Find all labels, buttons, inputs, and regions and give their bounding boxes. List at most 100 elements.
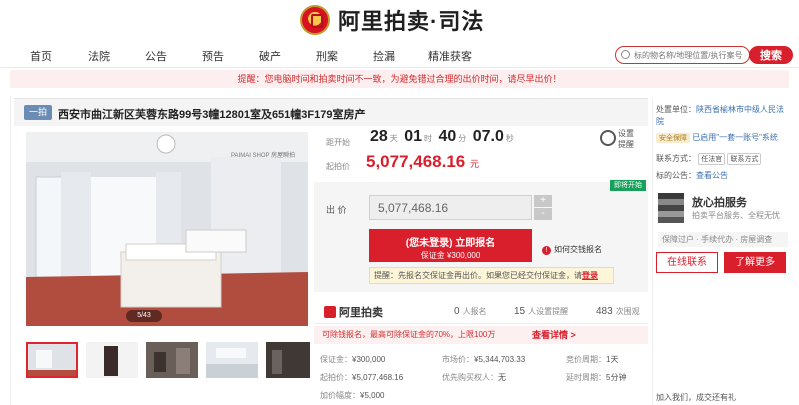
login-link[interactable]: 登录 <box>582 271 598 280</box>
page-title: 西安市曲江新区芙蓉东路99号3幢12801室及651幢3F179室房产 <box>58 109 366 121</box>
thumbnail-3[interactable] <box>146 342 198 378</box>
detail-value: ¥300,000 <box>352 355 386 364</box>
countdown-hours: 01 <box>404 128 423 145</box>
remind-label[interactable]: 设置提醒 <box>618 128 638 150</box>
seconds-unit: 秒 <box>505 134 514 143</box>
contact-label: 联系方式： <box>656 154 696 163</box>
service-box[interactable]: 放心拍服务 拍卖平台服务、全程无忧 保障过户 · 手续代办 · 房屋调查 <box>658 188 788 248</box>
divider <box>10 96 11 405</box>
howto-link[interactable]: ! 如何交钱报名 <box>542 244 602 255</box>
notice-row: 标的公告：查看公告 <box>656 170 728 181</box>
nav-item-court[interactable]: 法院 <box>88 48 110 64</box>
service-tags: 保障过户 · 手续代办 · 房屋调查 <box>658 232 788 247</box>
learn-more-button[interactable]: 了解更多 <box>724 252 786 273</box>
search-button[interactable]: 搜索 <box>749 46 793 64</box>
notice-label: 标的公告： <box>656 171 696 180</box>
price-unit: 元 <box>470 159 480 169</box>
time-notice: 提醒：您电脑时间和拍卖时间不一致，为避免错过合理的出价时间，请尽早出价！ <box>10 70 789 88</box>
thumb-image <box>146 342 198 378</box>
promo-view-link[interactable]: 查看详情 > <box>532 326 576 344</box>
hint-text: 提醒：先报名交保证金再出价。如果您已经交付保证金，请 <box>374 271 582 280</box>
enrolled-label: 人报名 <box>462 307 487 316</box>
detail-value: 5分钟 <box>606 373 627 382</box>
detail-delay: 延时周期：5分钟 <box>566 372 626 383</box>
detail-deposit: 保证金：¥300,000 <box>320 354 385 365</box>
detail-value: 无 <box>498 373 506 382</box>
nav-item-bargain[interactable]: 捡漏 <box>373 48 395 64</box>
countdown-minutes: 40 <box>438 128 457 145</box>
svg-text:PAIMAI SHOP 房屋瞬拍: PAIMAI SHOP 房屋瞬拍 <box>231 151 295 159</box>
title-bar: 一拍 西安市曲江新区芙蓉东路99号3幢12801室及651幢3F179室房产 <box>14 98 648 126</box>
contact-person: 任法官 <box>698 153 726 165</box>
countdown-days: 28 <box>370 128 388 145</box>
court-label: 处置单位： <box>656 105 696 114</box>
detail-label: 保证金： <box>320 355 352 364</box>
join-link[interactable]: 加入我们，成交还有礼 <box>656 392 736 403</box>
service-title: 放心拍服务 <box>692 197 747 209</box>
stat-reminders: 15 人设置提醒 <box>514 306 568 317</box>
thumbnail-1[interactable] <box>26 342 78 378</box>
decrease-bid-button[interactable]: - <box>534 208 552 220</box>
thumb-image <box>266 342 310 378</box>
court-emblem-icon <box>300 5 330 35</box>
login-hint: 提醒：先报名交保证金再出价。如果您已经交付保证金，请登录 <box>369 267 614 284</box>
hours-unit: 时 <box>424 134 433 143</box>
bell-icon[interactable] <box>600 130 616 146</box>
detail-label: 优先购买权人： <box>442 373 498 382</box>
reminders-count: 15 <box>514 306 526 317</box>
howto-label: 如何交钱报名 <box>554 245 602 254</box>
thumb-image <box>206 342 258 378</box>
detail-label: 起拍价： <box>320 373 352 382</box>
search-box <box>615 46 750 64</box>
search-input[interactable] <box>616 47 749 63</box>
detail-increment: 加价幅度：¥5,000 <box>320 390 384 401</box>
detail-value: 1天 <box>606 355 619 364</box>
nav-item-leads[interactable]: 精准获客 <box>428 48 472 64</box>
start-price: 5,077,468.16 元 <box>366 152 479 172</box>
nav-item-preview[interactable]: 预告 <box>202 48 224 64</box>
reminders-label: 人设置提醒 <box>528 307 569 316</box>
thumbnail-4[interactable] <box>206 342 258 378</box>
thumbnail-5[interactable] <box>266 342 310 378</box>
nav-item-home[interactable]: 首页 <box>30 48 52 64</box>
increase-bid-button[interactable]: + <box>534 195 552 207</box>
notice-link[interactable]: 查看公告 <box>696 171 728 180</box>
detail-start: 起拍价：¥5,077,468.16 <box>320 372 403 383</box>
nav-item-criminal[interactable]: 刑案 <box>316 48 338 64</box>
main-nav: 首页 法院 公告 预告 破产 刑案 捡漏 精准获客 搜索 <box>0 44 799 68</box>
detail-label: 竞价周期： <box>566 355 606 364</box>
register-button[interactable]: (您未登录) 立即报名 保证金 ¥300,000 <box>369 229 532 262</box>
credit-text[interactable]: 已启用"一套一账号"系统 <box>692 133 778 142</box>
detail-period: 竞价周期：1天 <box>566 354 618 365</box>
bid-label: 出 价 <box>326 205 347 215</box>
detail-label: 市场价： <box>442 355 474 364</box>
alibaba-auction-icon <box>324 306 336 318</box>
nav-item-bankruptcy[interactable]: 破产 <box>259 48 281 64</box>
bid-input[interactable] <box>369 195 532 220</box>
photo-counter: 5/43 <box>126 310 162 322</box>
enrolled-count: 0 <box>454 306 460 317</box>
views-label: 次围观 <box>615 307 640 316</box>
credit-badge: 安全保障 <box>656 133 690 143</box>
main-photo[interactable]: PAIMAI SHOP 房屋瞬拍 <box>26 132 308 326</box>
thumbnail-2[interactable] <box>86 342 138 378</box>
thumb-image <box>28 344 76 376</box>
stats-row: 阿里拍卖 0 人报名 15 人设置提醒 483 次围观 <box>314 298 648 324</box>
nav-item-notice[interactable]: 公告 <box>145 48 167 64</box>
views-count: 483 <box>596 306 613 317</box>
thumb-image <box>86 342 138 378</box>
minutes-unit: 分 <box>458 134 467 143</box>
contact-button[interactable]: 联系方式 <box>727 153 762 165</box>
building-icon <box>658 193 684 223</box>
detail-market: 市场价：¥5,344,703.33 <box>442 354 525 365</box>
countdown-label: 距开始 <box>326 138 350 147</box>
credit-row: 安全保障 已启用"一套一账号"系统 <box>656 132 778 143</box>
search-icon <box>621 50 630 59</box>
online-contact-button[interactable]: 在线联系 <box>656 252 718 273</box>
info-icon: ! <box>542 246 551 255</box>
logo-text: 阿里拍卖·司法 <box>338 9 485 34</box>
logo[interactable]: 阿里拍卖·司法 <box>300 4 484 36</box>
detail-label: 加价幅度： <box>320 391 360 400</box>
countdown-seconds: 07.0 <box>472 128 504 145</box>
round-tag: 一拍 <box>24 105 53 120</box>
